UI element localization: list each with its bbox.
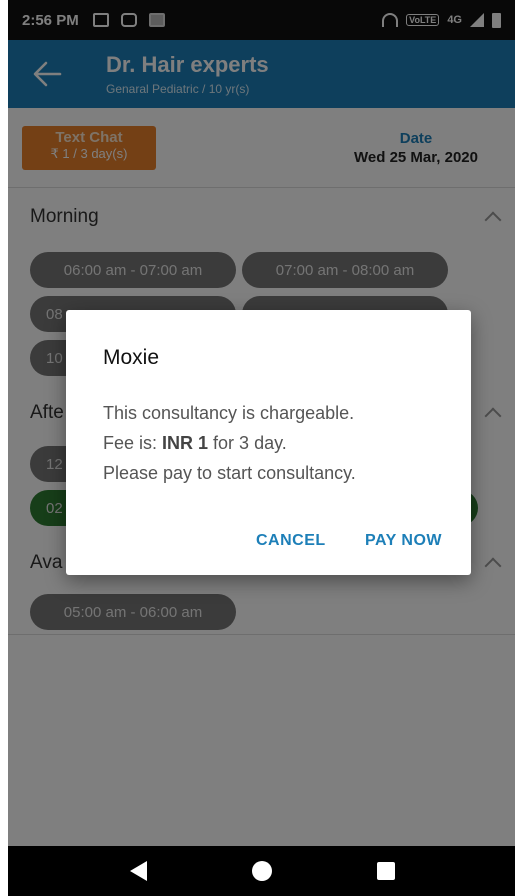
dialog-message: This consultancy is chargeable. Fee is: … xyxy=(103,398,453,488)
dialog-line-fee: Fee is: INR 1 for 3 day. xyxy=(103,428,453,458)
payment-dialog: Moxie This consultancy is chargeable. Fe… xyxy=(66,310,471,575)
app-screen: 2:56 PM VoLTE 4G Dr. Hair experts Genara… xyxy=(8,0,515,896)
dialog-line-chargeable: This consultancy is chargeable. xyxy=(103,403,355,423)
pay-now-button[interactable]: PAY NOW xyxy=(365,532,442,550)
dialog-line-pay: Please pay to start consultancy. xyxy=(103,463,356,483)
cancel-button[interactable]: CANCEL xyxy=(256,532,326,550)
fee-prefix: Fee is: xyxy=(103,433,163,453)
fee-suffix: for 3 day. xyxy=(208,433,287,453)
dialog-title: Moxie xyxy=(103,346,160,369)
system-nav-bar xyxy=(8,846,515,896)
nav-home-icon[interactable] xyxy=(252,861,272,881)
nav-recents-icon[interactable] xyxy=(377,862,395,880)
nav-back-icon[interactable] xyxy=(130,861,147,881)
fee-amount: INR 1 xyxy=(162,433,209,453)
